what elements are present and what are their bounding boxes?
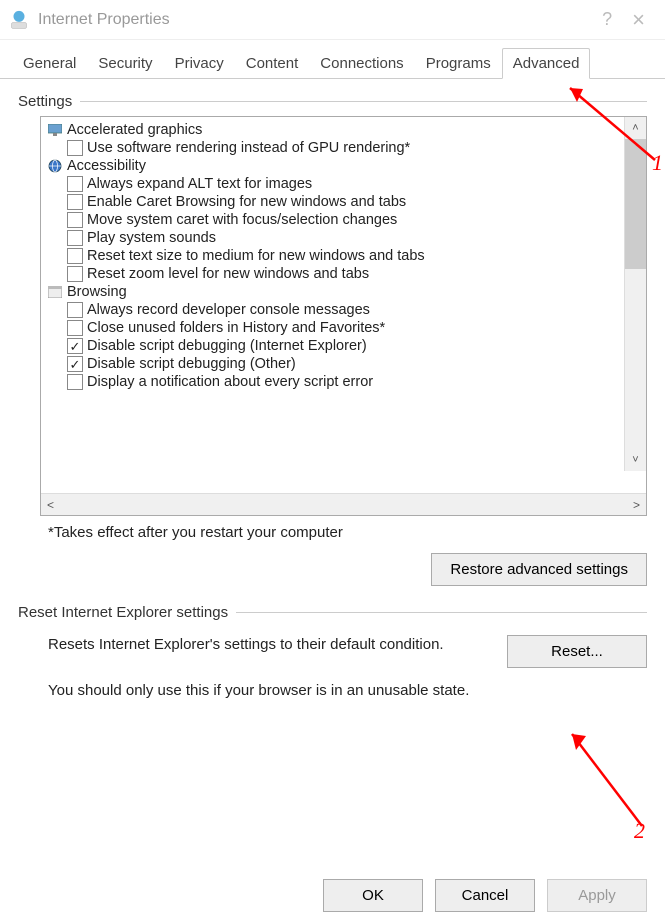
option-play-sounds[interactable]: Play system sounds [47, 229, 644, 247]
option-label: Reset text size to medium for new window… [87, 248, 425, 264]
checkbox[interactable] [67, 302, 83, 318]
checkbox[interactable] [67, 338, 83, 354]
divider [80, 101, 647, 102]
settings-listbox: Accelerated graphics Use software render… [40, 116, 647, 516]
checkbox[interactable] [67, 194, 83, 210]
option-script-error-notify[interactable]: Display a notification about every scrip… [47, 373, 644, 391]
scroll-down-icon[interactable]: ˅ [625, 449, 646, 471]
restart-note: *Takes effect after you restart your com… [48, 524, 647, 541]
tab-connections[interactable]: Connections [309, 48, 414, 79]
category-label: Browsing [67, 284, 127, 300]
settings-group-label: Settings [18, 93, 647, 110]
annotation-label-1: 1 [652, 150, 663, 176]
cancel-button[interactable]: Cancel [435, 879, 535, 912]
tab-programs[interactable]: Programs [415, 48, 502, 79]
checkbox[interactable] [67, 374, 83, 390]
option-reset-text-size[interactable]: Reset text size to medium for new window… [47, 247, 644, 265]
checkbox[interactable] [67, 356, 83, 372]
reset-warning: You should only use this if your browser… [48, 682, 647, 699]
tab-security[interactable]: Security [87, 48, 163, 79]
globe-icon [47, 158, 63, 174]
checkbox[interactable] [67, 176, 83, 192]
option-label: Reset zoom level for new windows and tab… [87, 266, 369, 282]
option-label: Play system sounds [87, 230, 216, 246]
reset-description: Resets Internet Explorer's settings to t… [48, 635, 487, 655]
checkbox[interactable] [67, 230, 83, 246]
option-label: Disable script debugging (Internet Explo… [87, 338, 367, 354]
reset-group-text: Reset Internet Explorer settings [18, 604, 228, 621]
category-browsing: Browsing [47, 283, 644, 301]
help-icon[interactable]: ? [602, 9, 612, 30]
dialog-button-row: OK Cancel Apply [323, 879, 647, 912]
option-label: Close unused folders in History and Favo… [87, 320, 385, 336]
annotation-label-2: 2 [634, 818, 645, 844]
option-label: Use software rendering instead of GPU re… [87, 140, 410, 156]
checkbox[interactable] [67, 266, 83, 282]
option-caret-browsing[interactable]: Enable Caret Browsing for new windows an… [47, 193, 644, 211]
tab-content[interactable]: Content [235, 48, 310, 79]
window-title: Internet Properties [38, 11, 602, 29]
annotation-arrow-2 [560, 726, 660, 836]
option-console-messages[interactable]: Always record developer console messages [47, 301, 644, 319]
tab-general[interactable]: General [12, 48, 87, 79]
category-accelerated-graphics: Accelerated graphics [47, 121, 644, 139]
option-reset-zoom[interactable]: Reset zoom level for new windows and tab… [47, 265, 644, 283]
option-software-rendering[interactable]: Use software rendering instead of GPU re… [47, 139, 644, 157]
checkbox[interactable] [67, 248, 83, 264]
option-label: Always expand ALT text for images [87, 176, 312, 192]
option-disable-script-ie[interactable]: Disable script debugging (Internet Explo… [47, 337, 644, 355]
reset-group: Reset Internet Explorer settings Resets … [18, 604, 647, 699]
option-alt-text[interactable]: Always expand ALT text for images [47, 175, 644, 193]
option-label: Move system caret with focus/selection c… [87, 212, 397, 228]
titlebar-controls: ? × [602, 7, 657, 33]
monitor-icon [47, 122, 63, 138]
scroll-left-icon[interactable]: < [47, 498, 54, 512]
checkbox[interactable] [67, 212, 83, 228]
checkbox[interactable] [67, 140, 83, 156]
ok-button[interactable]: OK [323, 879, 423, 912]
settings-scroll-area[interactable]: Accelerated graphics Use software render… [41, 117, 646, 493]
tab-panel-advanced: Settings Accelerated graphics Use softwa… [0, 79, 665, 699]
restore-advanced-button[interactable]: Restore advanced settings [431, 553, 647, 586]
category-accessibility: Accessibility [47, 157, 644, 175]
tab-privacy[interactable]: Privacy [164, 48, 235, 79]
scrollbar-thumb[interactable] [625, 139, 646, 269]
tab-advanced[interactable]: Advanced [502, 48, 591, 79]
vertical-scrollbar[interactable]: ˄ ˅ [624, 117, 646, 471]
apply-button[interactable]: Apply [547, 879, 647, 912]
scroll-up-icon[interactable]: ˄ [625, 117, 646, 139]
app-icon [8, 9, 30, 31]
settings-group-text: Settings [18, 93, 72, 110]
option-label: Display a notification about every scrip… [87, 374, 373, 390]
category-label: Accessibility [67, 158, 146, 174]
option-label: Disable script debugging (Other) [87, 356, 296, 372]
scroll-right-icon[interactable]: > [633, 498, 640, 512]
category-label: Accelerated graphics [67, 122, 202, 138]
browsing-icon [47, 284, 63, 300]
close-icon[interactable]: × [632, 7, 645, 33]
option-move-caret[interactable]: Move system caret with focus/selection c… [47, 211, 644, 229]
option-label: Enable Caret Browsing for new windows an… [87, 194, 406, 210]
option-label: Always record developer console messages [87, 302, 370, 318]
tab-strip: General Security Privacy Content Connect… [0, 40, 665, 79]
option-close-folders[interactable]: Close unused folders in History and Favo… [47, 319, 644, 337]
horizontal-scrollbar[interactable]: < > [41, 493, 646, 515]
checkbox[interactable] [67, 320, 83, 336]
reset-group-label: Reset Internet Explorer settings [18, 604, 647, 621]
titlebar: Internet Properties ? × [0, 0, 665, 40]
reset-button[interactable]: Reset... [507, 635, 647, 668]
divider [236, 612, 647, 613]
option-disable-script-other[interactable]: Disable script debugging (Other) [47, 355, 644, 373]
